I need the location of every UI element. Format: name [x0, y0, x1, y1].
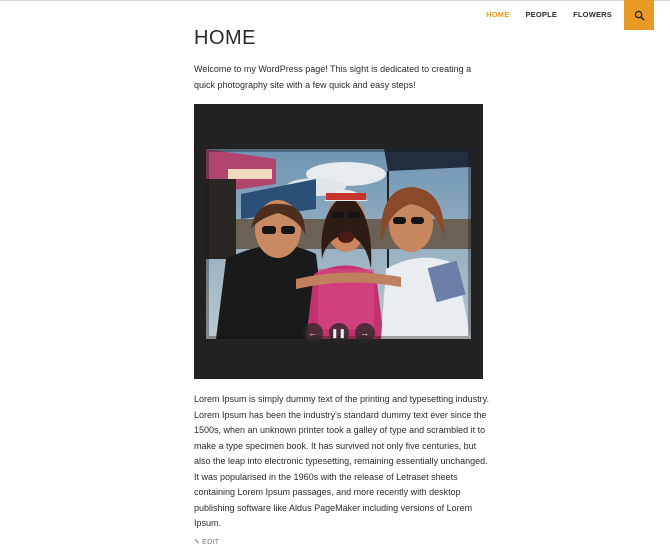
nav-item-people[interactable]: PEOPLE — [517, 0, 565, 30]
intro-text: Welcome to my WordPress page! This sight… — [194, 64, 472, 90]
slider-controls: ← ❚❚ → — [194, 323, 483, 343]
pause-icon[interactable]: ❚❚ — [328, 323, 349, 343]
nav-item-flowers[interactable]: FLOWERS — [565, 0, 620, 30]
search-icon — [634, 10, 645, 21]
image-slider[interactable]: ← ❚❚ → — [194, 104, 483, 379]
slider-photo — [206, 149, 471, 339]
page-title: HOME — [194, 27, 256, 49]
edit-label: EDIT — [202, 538, 220, 546]
primary-navigation: HOME PEOPLE FLOWERS — [478, 0, 654, 30]
nav-item-home[interactable]: HOME — [478, 0, 517, 30]
body-text: Lorem Ipsum is simply dummy text of the … — [194, 394, 489, 528]
search-button[interactable] — [624, 0, 654, 30]
pencil-icon: ✎ — [194, 539, 201, 546]
edit-link[interactable]: ✎ EDIT — [194, 538, 220, 547]
arrow-left-icon[interactable]: ← — [302, 323, 323, 343]
arrow-right-icon[interactable]: → — [354, 323, 375, 343]
